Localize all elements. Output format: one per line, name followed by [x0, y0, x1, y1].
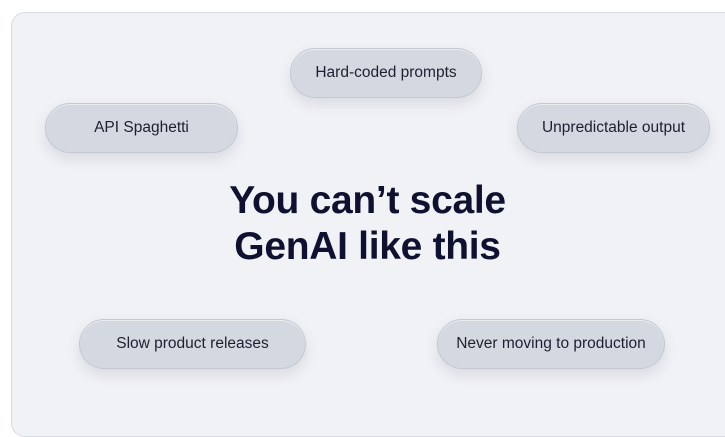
slide-canvas: Hard-coded prompts API Spaghetti Unpredi…: [0, 0, 725, 437]
pill-slow-product-releases: Slow product releases: [79, 319, 306, 369]
pill-never-moving-to-production: Never moving to production: [437, 319, 665, 369]
pill-label: Slow product releases: [116, 335, 269, 352]
pill-api-spaghetti: API Spaghetti: [45, 103, 238, 153]
pill-label: Unpredictable output: [541, 119, 686, 136]
headline-line-2: GenAI like this: [234, 225, 501, 268]
pill-hardcoded-prompts: Hard-coded prompts: [290, 48, 482, 98]
pill-unpredictable-output: Unpredictable output: [517, 103, 710, 153]
pill-label: Never moving to production: [456, 335, 646, 352]
pill-label: API Spaghetti: [94, 119, 189, 136]
headline-line-1: You can’t scale: [229, 179, 506, 222]
headline: You can’t scale GenAI like this: [140, 178, 595, 270]
pill-label: Hard-coded prompts: [315, 64, 457, 81]
